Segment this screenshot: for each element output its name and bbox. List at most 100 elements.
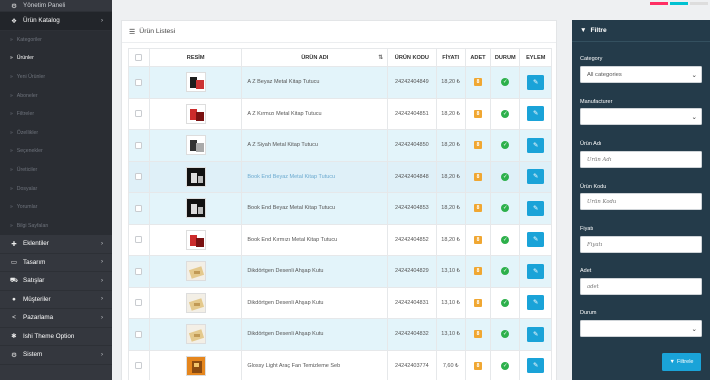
product-image-cell [148,255,243,288]
bullet-icon: » [10,148,13,155]
row-checkbox-cell[interactable] [128,97,150,130]
product-price: 18,20 ₺ [435,160,466,193]
name-filter-input[interactable] [580,151,702,168]
category-select[interactable]: All categories ⌄ [580,66,702,83]
submenu-label: Yeni Ürünler [16,73,46,80]
product-qty-cell: 8 [464,192,492,225]
bullet-icon: » [10,36,13,43]
submenu-label: Yorumlar [16,204,38,211]
table-row[interactable]: Book End Beyaz Metal Kitap Tutucu 2424240… [128,192,552,225]
row-checkbox[interactable] [135,236,143,244]
row-checkbox-cell[interactable] [128,192,150,225]
sort-icon[interactable]: ⇅ [378,54,383,61]
panel-heading: ☰ Ürün Listesi [122,21,556,43]
row-checkbox-cell[interactable] [128,255,150,288]
submenu-item-downloads[interactable]: » Dosyalar [0,179,112,198]
submenu-item-reviews[interactable]: » Yorumlar [0,197,112,217]
pencil-icon: ✎ [532,299,539,307]
sidebar-item-dashboard[interactable]: ⚙ Yönetim Paneli [0,0,112,12]
row-checkbox-cell[interactable] [128,129,150,162]
sidebar-item-extensions[interactable]: ✚ Eklentiler › [0,235,112,254]
edit-button[interactable]: ✎ [527,137,545,153]
submenu-item-subscribers[interactable]: » Aboneler [0,86,112,105]
submenu-item-attributes[interactable]: » Özellikler [0,123,112,143]
product-code: 24242403774 [387,349,437,380]
sidebar-item-system[interactable]: ⚙ Sistem › [0,346,112,365]
row-checkbox-cell[interactable] [128,160,150,193]
submenu-item-new-products[interactable]: » Yeni Ürünler [0,67,112,87]
row-checkbox[interactable] [135,362,143,370]
product-code: 24242404831 [387,286,437,319]
price-filter-input[interactable] [580,236,702,253]
table-header-row: RESİM ÜRÜN ADI ⇅ ÜRÜN KODU FİYATI ADET DU… [128,48,552,67]
product-name: Dikdörtgen Desenli Ahşap Kutu [241,255,389,288]
row-checkbox-cell[interactable] [128,318,150,351]
column-header-name[interactable]: ÜRÜN ADI ⇅ [241,48,389,67]
submenu-item-information[interactable]: » Bilgi Sayfaları [0,216,112,236]
submenu-item-categories[interactable]: » Kategoriler [0,30,112,50]
panel-title: Ürün Listesi [139,28,176,35]
column-header-code[interactable]: ÜRÜN KODU [387,48,437,67]
table-row[interactable]: A Z Siyah Metal Kitap Tutucu 24242404850 1… [128,129,552,162]
sidebar-item-sales[interactable]: ⛟ Satışlar › [0,272,112,291]
table-row[interactable]: Dikdörtgen Desenli Ahşap Kutu 24242404831… [128,286,552,319]
submenu-item-filters[interactable]: » Filtreler [0,104,112,124]
edit-button[interactable]: ✎ [527,295,545,311]
table-row[interactable]: Dikdörtgen Desenli Ahşap Kutu 24242404832… [128,318,552,351]
price-filter-label: Fiyatı [580,226,594,232]
product-code: 24242404850 [387,129,437,162]
sidebar-item-catalog[interactable]: ❖ Ürün Katalog › [0,12,112,31]
table-row[interactable]: A Z Beyaz Metal Kitap Tutucu 24242404849 1… [128,66,552,99]
pencil-icon: ✎ [532,236,539,244]
select-all-checkbox[interactable] [135,54,143,61]
table-row[interactable]: Dikdörtgen Desenli Ahşap Kutu 24242404829… [128,255,552,288]
row-checkbox-cell[interactable] [128,349,150,380]
filter-button[interactable]: ▼ Filtrele [662,353,701,371]
row-checkbox[interactable] [135,141,143,149]
chevron-right-icon: › [101,17,103,24]
column-header-qty[interactable]: ADET [464,48,492,67]
edit-button[interactable]: ✎ [527,326,545,342]
edit-button[interactable]: ✎ [527,200,545,216]
product-price: 13,10 ₺ [435,255,466,288]
table-row[interactable]: Glossy Light Araç Fan Temizleme Seb 24242… [128,349,552,380]
status-select[interactable]: ⌄ [580,320,702,337]
pencil-icon: ✎ [532,78,539,86]
sidebar-item-marketing[interactable]: < Pazarlama › [0,309,112,328]
edit-button[interactable]: ✎ [527,263,545,279]
row-checkbox-cell[interactable] [128,223,150,256]
submenu-item-options[interactable]: » Seçenekler [0,142,112,161]
manufacturer-select[interactable]: ⌄ [580,108,702,125]
edit-button[interactable]: ✎ [527,232,545,248]
row-checkbox[interactable] [135,267,143,275]
product-name: A Z Beyaz Metal Kitap Tutucu [241,66,389,99]
column-header-price[interactable]: FİYATI [435,48,466,67]
qty-filter-input[interactable] [580,278,702,295]
row-checkbox[interactable] [135,110,143,118]
row-checkbox[interactable] [135,78,143,86]
row-checkbox[interactable] [135,204,143,212]
edit-button[interactable]: ✎ [527,74,545,90]
column-header-status[interactable]: DURUM [490,48,521,67]
accent-pink [650,2,668,5]
product-image-cell [148,223,243,256]
row-checkbox[interactable] [135,330,143,338]
row-checkbox[interactable] [135,299,143,307]
name-filter-label: Ürün Adı [580,141,602,147]
edit-button[interactable]: ✎ [527,358,545,374]
row-checkbox[interactable] [135,173,143,181]
edit-button[interactable]: ✎ [527,106,545,122]
sidebar-item-theme-option[interactable]: ✱ Ishi Theme Option [0,328,112,347]
edit-button[interactable]: ✎ [527,169,545,185]
select-all-checkbox-cell[interactable] [128,48,150,67]
row-checkbox-cell[interactable] [128,66,150,99]
table-row[interactable]: A Z Kırmızı Metal Kitap Tutucu 2424240485… [128,97,552,130]
submenu-item-products[interactable]: » Ürünler [0,49,112,68]
sidebar-item-design[interactable]: ▭ Tasarım › [0,254,112,273]
table-row[interactable]: Book End Kırmızı Metal Kitap Tutucu 24242… [128,223,552,256]
row-checkbox-cell[interactable] [128,286,150,319]
sidebar-item-customers[interactable]: ● Müşteriler › [0,291,112,310]
code-filter-input[interactable] [580,193,702,210]
table-row[interactable]: Book End Beyaz Metal Kitap Tutucu 2424240… [128,160,552,193]
submenu-item-manufacturers[interactable]: » Üreticiler [0,160,112,180]
